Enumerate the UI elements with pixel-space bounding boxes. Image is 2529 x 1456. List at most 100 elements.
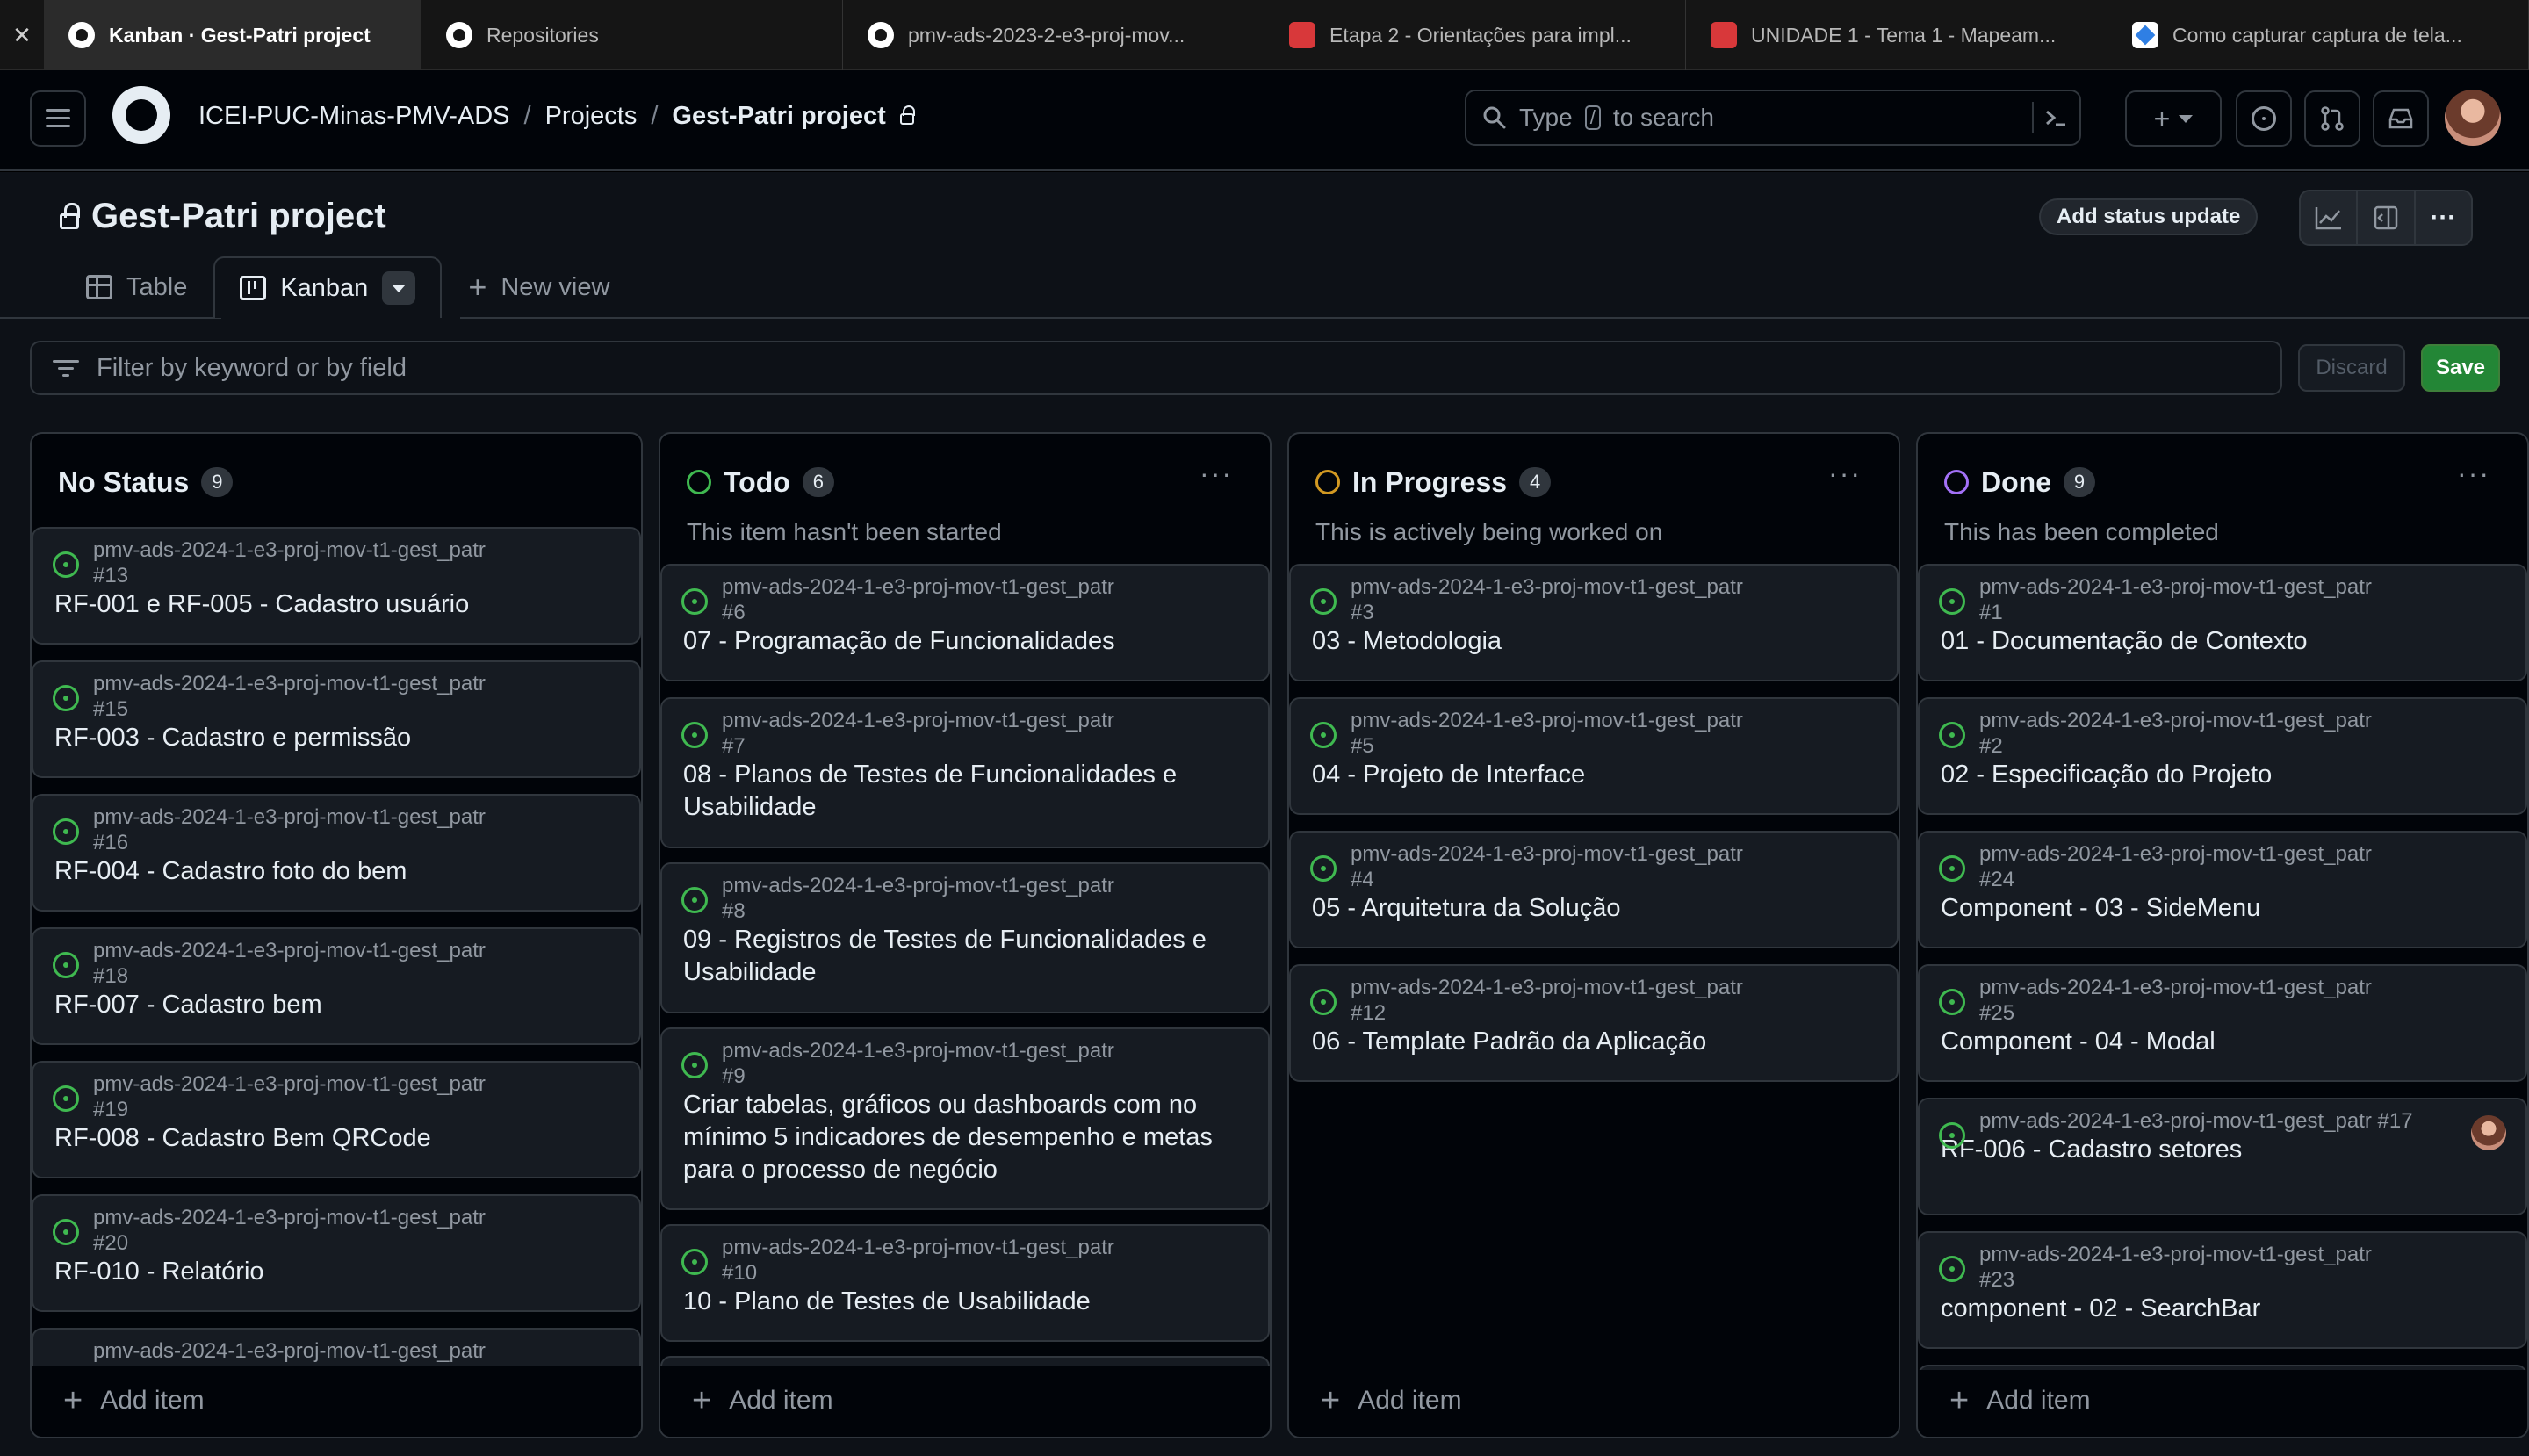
issue-card[interactable]: pmv-ads-2024-1-e3-proj-mov-t1-gest_patr #… <box>1918 1231 2527 1349</box>
card-repo: pmv-ads-2024-1-e3-proj-mov-t1-gest_patr … <box>1979 1109 2413 1133</box>
issue-card[interactable]: pmv-ads-2024-1-e3-proj-mov-t1-gest_patr #… <box>32 660 641 778</box>
browser-tab-captura[interactable]: Como capturar captura de tela... <box>2108 0 2529 70</box>
issue-card[interactable]: pmv-ads-2024-1-e3-proj-mov-t1-gest_patr #… <box>1918 697 2527 815</box>
issue-card[interactable]: pmv-ads-2024-1-e3-proj-mov-t1-gest_patr #… <box>1289 964 1899 1082</box>
issue-card[interactable]: pmv-ads-2024-1-e3-proj-mov-t1-gest_patr #… <box>32 527 641 645</box>
card-title[interactable]: 09 - Registros de Testes de Funcionalida… <box>683 924 1247 989</box>
issue-card[interactable]: pmv-ads-2024-1-e3-proj-mov-t1-gest_patr … <box>1918 1098 2527 1215</box>
view-tabs: Table Kanban + New view <box>60 256 636 318</box>
card-title[interactable]: RF-006 - Cadastro setores <box>1941 1134 2504 1166</box>
add-item-button[interactable]: + Add item <box>692 1384 833 1417</box>
card-title[interactable]: 04 - Projeto de Interface <box>1312 759 1876 791</box>
card-title[interactable]: RF-008 - Cadastro Bem QRCode <box>54 1122 618 1155</box>
breadcrumb: ICEI-PUC-Minas-PMV-ADS / Projects / Gest… <box>198 102 915 131</box>
issue-card[interactable]: pmv-ads-2024-1-e3-proj-mov-t1-gest_patr #… <box>660 1224 1270 1342</box>
add-item-button[interactable]: + Add item <box>1321 1384 1462 1417</box>
issue-card[interactable]: pmv-ads-2024-1-e3-proj-mov-t1-gest_patr #… <box>32 927 641 1045</box>
card-repo: pmv-ads-2024-1-e3-proj-mov-t1-gest_patr #… <box>1979 1243 2372 1292</box>
card-title[interactable]: 02 - Especificação do Projeto <box>1941 759 2504 791</box>
plus-icon: + <box>2153 102 2171 134</box>
card-title[interactable]: RF-010 - Relatório <box>54 1256 618 1288</box>
filter-icon <box>53 358 79 378</box>
issue-open-icon <box>681 1249 708 1275</box>
inbox-button[interactable] <box>2373 90 2429 147</box>
tab-kanban[interactable]: Kanban <box>213 256 443 318</box>
more-options-button[interactable]: ··· <box>2416 191 2471 244</box>
column-count-badge: 9 <box>2064 467 2095 497</box>
plus-icon: + <box>468 269 487 305</box>
add-item-button[interactable]: + Add item <box>63 1382 205 1419</box>
project-view: Gest-Patri project Add status update ···… <box>0 172 2529 1456</box>
close-tab-icon[interactable]: ✕ <box>0 0 44 70</box>
browser-tab-kanban[interactable]: Kanban · Gest-Patri project <box>44 0 422 70</box>
browser-tab-repo[interactable]: pmv-ads-2023-2-e3-proj-mov... <box>843 0 1264 70</box>
save-button[interactable]: Save <box>2421 344 2500 392</box>
column-description: This item hasn't been started <box>687 518 1002 545</box>
issue-card[interactable]: pmv-ads-2024-1-e3-proj-mov-t1-gest_patr #… <box>1289 564 1899 681</box>
issue-card[interactable]: pmv-ads-2024-1-e3-proj-mov-t1-gest_patr #… <box>660 564 1270 681</box>
insights-button[interactable] <box>2301 191 2359 244</box>
tab-table-label: Table <box>126 272 188 301</box>
issue-card[interactable]: pmv-ads-2024-1-e3-proj-mov-t1-gest_patr #… <box>660 1027 1270 1210</box>
card-title[interactable]: RF-001 e RF-005 - Cadastro usuário <box>54 588 618 621</box>
issue-card[interactable]: pmv-ads-2024-1-e3-proj-mov-t1-gest_patr #… <box>1289 831 1899 948</box>
browser-tab-unidade[interactable]: UNIDADE 1 - Tema 1 - Mapeam... <box>1686 0 2108 70</box>
issue-card[interactable]: pmv-ads-2024-1-e3-proj-mov-t1-gest_patr #… <box>1918 964 2527 1082</box>
menu-button[interactable] <box>30 90 86 147</box>
add-status-update-button[interactable]: Add status update <box>2039 198 2259 235</box>
github-logo-icon[interactable] <box>112 86 170 144</box>
browser-tab-etapa[interactable]: Etapa 2 - Orientações para impl... <box>1264 0 1686 70</box>
card-repo: pmv-ads-2024-1-e3-proj-mov-t1-gest_patr #… <box>1979 709 2372 758</box>
filter-input[interactable]: Filter by keyword or by field <box>30 341 2282 395</box>
breadcrumb-projects-link[interactable]: Projects <box>545 102 638 131</box>
side-panel-button[interactable] <box>2358 191 2416 244</box>
card-title[interactable]: component - 02 - SearchBar <box>1941 1293 2504 1325</box>
card-title[interactable]: 01 - Documentação de Contexto <box>1941 625 2504 658</box>
view-options-dropdown[interactable] <box>382 271 416 305</box>
card-title[interactable]: 03 - Metodologia <box>1312 625 1876 658</box>
card-repo: pmv-ads-2024-1-e3-proj-mov-t1-gest_patr #… <box>93 939 486 988</box>
doc-icon <box>2132 22 2158 48</box>
card-title[interactable]: 05 - Arquitetura da Solução <box>1312 892 1876 925</box>
issue-card[interactable]: pmv-ads-2024-1-e3-proj-mov-t1-gest_patr #… <box>660 697 1270 848</box>
issue-card[interactable]: pmv-ads-2024-1-e3-proj-mov-t1-gest_patr #… <box>1289 697 1899 815</box>
browser-tab-repositories[interactable]: Repositories <box>422 0 843 70</box>
breadcrumb-project-link[interactable]: Gest-Patri project <box>672 102 885 131</box>
tab-table[interactable]: Table <box>60 256 213 318</box>
card-repo: pmv-ads-2024-1-e3-proj-mov-t1-gest_patr #… <box>1979 575 2372 624</box>
issue-open-icon <box>681 722 708 748</box>
issue-card[interactable]: pmv-ads-2024-1-e3-proj-mov-t1-gest_patr #… <box>1918 564 2527 681</box>
card-title[interactable]: 07 - Programação de Funcionalidades <box>683 625 1247 658</box>
kebab-horizontal-icon: ··· <box>2430 203 2457 232</box>
tab-new-view[interactable]: + New view <box>442 256 636 318</box>
pull-requests-button[interactable] <box>2304 90 2360 147</box>
card-title[interactable]: Criar tabelas, gráficos ou dashboards co… <box>683 1089 1247 1186</box>
plus-icon: + <box>63 1382 83 1419</box>
issue-card[interactable]: pmv-ads-2024-1-e3-proj-mov-t1-gest_patr #… <box>32 1061 641 1178</box>
card-title[interactable]: RF-007 - Cadastro bem <box>54 989 618 1021</box>
column-menu-button[interactable]: ··· <box>2457 459 2490 487</box>
issue-card[interactable]: pmv-ads-2024-1-e3-proj-mov-t1-gest_patr #… <box>32 1194 641 1312</box>
column-menu-button[interactable]: ··· <box>1200 459 1233 487</box>
search-input[interactable]: Type / to search <box>1465 90 2081 146</box>
command-palette-icon[interactable] <box>2032 102 2067 133</box>
card-title[interactable]: 06 - Template Padrão da Aplicação <box>1312 1026 1876 1058</box>
add-item-label: Add item <box>729 1386 833 1415</box>
assignee-avatar[interactable] <box>2471 1115 2506 1150</box>
card-title[interactable]: RF-004 - Cadastro foto do bem <box>54 855 618 888</box>
card-title[interactable]: Component - 04 - Modal <box>1941 1026 2504 1058</box>
issue-card[interactable]: pmv-ads-2024-1-e3-proj-mov-t1-gest_patr #… <box>1918 831 2527 948</box>
discard-button[interactable]: Discard <box>2298 344 2405 392</box>
card-title[interactable]: 10 - Plano de Testes de Usabilidade <box>683 1286 1247 1318</box>
avatar[interactable] <box>2445 90 2501 146</box>
add-item-button[interactable]: + Add item <box>1949 1384 2091 1417</box>
issue-card[interactable]: pmv-ads-2024-1-e3-proj-mov-t1-gest_patr #… <box>32 794 641 912</box>
card-title[interactable]: 08 - Planos de Testes de Funcionalidades… <box>683 759 1247 824</box>
issue-card[interactable]: pmv-ads-2024-1-e3-proj-mov-t1-gest_patr #… <box>660 862 1270 1013</box>
card-title[interactable]: RF-003 - Cadastro e permissão <box>54 722 618 754</box>
issues-button[interactable] <box>2236 90 2292 147</box>
card-title[interactable]: Component - 03 - SideMenu <box>1941 892 2504 925</box>
breadcrumb-org-link[interactable]: ICEI-PUC-Minas-PMV-ADS <box>198 102 510 131</box>
column-menu-button[interactable]: ··· <box>1828 459 1862 487</box>
create-new-button[interactable]: + <box>2125 90 2222 147</box>
